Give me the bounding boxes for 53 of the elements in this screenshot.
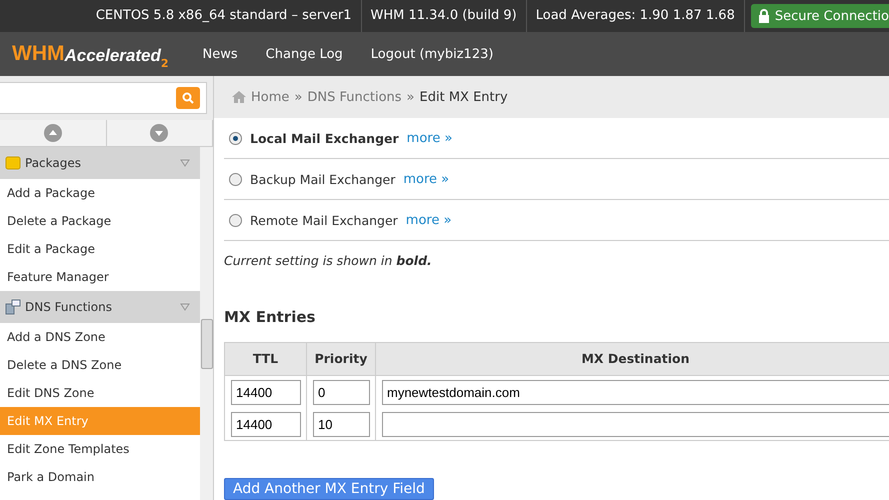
- sidebar-group-header[interactable]: DNS Functions: [0, 291, 200, 323]
- breadcrumb-separator: »: [294, 90, 302, 104]
- sidebar-group-header[interactable]: Packages: [0, 147, 200, 179]
- more-link[interactable]: more »: [406, 130, 452, 146]
- section-heading: MX Entries: [224, 308, 316, 326]
- caret-icon: [180, 159, 190, 167]
- breadcrumb-link[interactable]: DNS Functions: [307, 90, 402, 104]
- breadcrumb-link[interactable]: Edit MX Entry: [420, 90, 508, 104]
- sidebar-item[interactable]: Edit Zone Templates: [0, 435, 200, 463]
- column-header: TTL: [225, 343, 307, 376]
- search-button[interactable]: [176, 87, 200, 109]
- column-header: MX Destination: [376, 343, 889, 376]
- sidebar-item[interactable]: Feature Manager: [0, 263, 200, 291]
- group-title: DNS Functions: [25, 300, 113, 314]
- ttl-input[interactable]: 14400: [231, 380, 301, 405]
- scrollbar[interactable]: [200, 147, 213, 500]
- sidebar-item[interactable]: Edit DNS Zone: [0, 379, 200, 407]
- nav-link[interactable]: Change Log: [252, 46, 357, 62]
- more-link[interactable]: more »: [406, 212, 452, 228]
- add-entry-button[interactable]: Add Another MX Entry Field: [224, 478, 434, 500]
- search-icon: [182, 92, 194, 104]
- caret-icon: [180, 303, 190, 311]
- sidebar-item[interactable]: Delete a DNS Zone: [0, 351, 200, 379]
- priority-input[interactable]: 10: [313, 412, 370, 437]
- server-icon: [5, 299, 21, 315]
- radio-label: Local Mail Exchanger: [250, 130, 399, 146]
- radio-button[interactable]: [229, 132, 242, 144]
- lock-icon: [758, 9, 770, 23]
- destination-input[interactable]: [382, 412, 889, 437]
- destination-input[interactable]: mynewtestdomain.com: [382, 380, 889, 405]
- breadcrumb-link[interactable]: Home: [251, 90, 290, 104]
- radio-label: Remote Mail Exchanger: [250, 212, 398, 228]
- sidebar-item[interactable]: Delete a Package: [0, 207, 200, 235]
- sidebar-item[interactable]: Edit a Package: [0, 235, 200, 263]
- breadcrumb-separator: »: [406, 90, 415, 104]
- sidebar-item[interactable]: Park a Domain: [0, 463, 200, 491]
- column-header: Priority: [307, 343, 376, 376]
- secure-connection-text: Secure Connectio: [774, 8, 889, 24]
- sidebar-item[interactable]: Add a DNS Zone: [0, 323, 200, 351]
- more-link[interactable]: more »: [403, 172, 450, 186]
- search-field[interactable]: [0, 82, 207, 114]
- group-title: Packages: [25, 156, 82, 170]
- radio-button[interactable]: [229, 214, 242, 226]
- radio-button[interactable]: [229, 172, 242, 186]
- setting-note: Current setting is shown in bold.: [224, 253, 433, 268]
- nav-link[interactable]: Logout (mybiz123): [356, 46, 508, 62]
- radio-label: Backup Mail Exchanger: [250, 172, 396, 186]
- sidebar-item[interactable]: Add a Package: [0, 179, 200, 207]
- home-icon: [232, 91, 246, 103]
- ttl-input[interactable]: 14400: [231, 412, 301, 437]
- priority-input[interactable]: 0: [313, 380, 370, 405]
- nav-link[interactable]: News: [188, 46, 252, 62]
- package-icon: [5, 155, 21, 171]
